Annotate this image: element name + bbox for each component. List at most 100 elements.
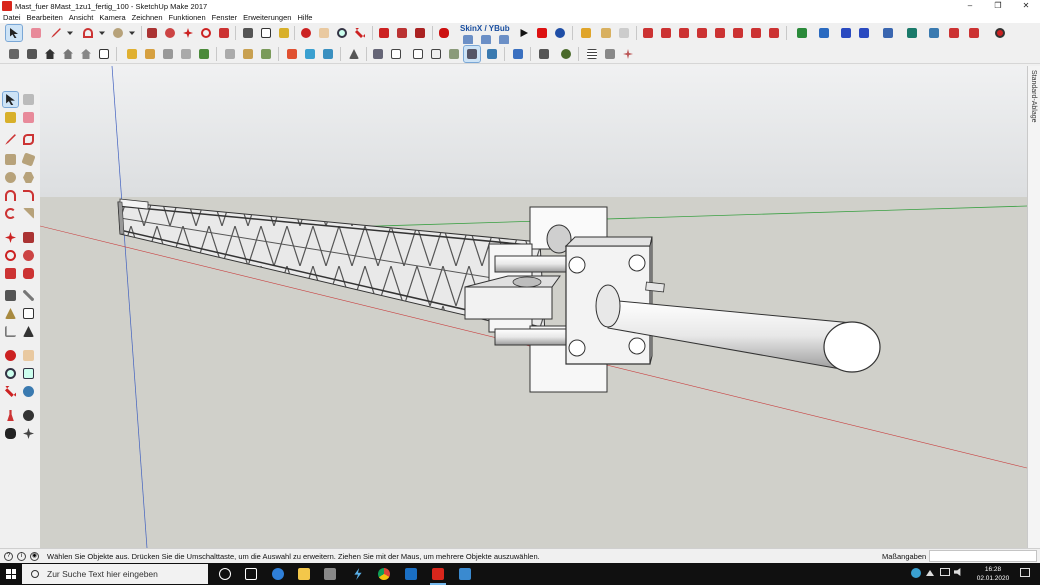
- geo-location-icon[interactable]: ?: [4, 551, 13, 561]
- f6-button[interactable]: [510, 46, 526, 62]
- sandbox-tool-2[interactable]: [658, 25, 674, 41]
- palette-3dtext-button[interactable]: [21, 324, 36, 339]
- monochrome-button[interactable]: [484, 46, 500, 62]
- palette-dimension-button[interactable]: [21, 288, 36, 303]
- palette-pie-button[interactable]: [21, 206, 36, 221]
- zoom-extents-button[interactable]: [352, 25, 368, 41]
- menu-bearbeiten[interactable]: Bearbeiten: [27, 13, 63, 22]
- hidden-line-button[interactable]: [428, 46, 444, 62]
- tape-measure-button[interactable]: [240, 25, 256, 41]
- box-button[interactable]: [96, 46, 112, 62]
- view-iso-button[interactable]: [578, 25, 594, 41]
- taskbar-clock[interactable]: 16:28 02.01.2020: [968, 565, 1018, 583]
- pencil-dropdown[interactable]: [62, 25, 78, 41]
- section-tool-3[interactable]: [320, 46, 336, 62]
- palette-zoom-window-button[interactable]: [21, 366, 36, 381]
- geo-location-button[interactable]: [376, 25, 392, 41]
- sandbox-tool-3[interactable]: [676, 25, 692, 41]
- xray-button[interactable]: [370, 46, 386, 62]
- palette-look-around-button[interactable]: [21, 408, 36, 423]
- store-button[interactable]: [322, 566, 338, 582]
- help-button[interactable]: [552, 25, 568, 41]
- solid-tool-4[interactable]: [856, 25, 872, 41]
- chevron-up-icon[interactable]: [926, 568, 936, 578]
- palette-arc3-button[interactable]: [3, 206, 18, 221]
- solid-tool-7[interactable]: [926, 25, 942, 41]
- solid-tool-8[interactable]: [946, 25, 962, 41]
- palette-eraser-button[interactable]: [21, 110, 36, 125]
- palette-orbit-button[interactable]: [3, 348, 18, 363]
- palette-axes-button[interactable]: [3, 324, 18, 339]
- shadow-button[interactable]: [558, 46, 574, 62]
- shaded-textures-button[interactable]: [463, 45, 481, 63]
- zoom-button[interactable]: [334, 25, 350, 41]
- palette-component-button[interactable]: [21, 92, 36, 107]
- follow-me-button[interactable]: [162, 25, 178, 41]
- components-button[interactable]: [6, 46, 22, 62]
- solid-tool-5[interactable]: [880, 25, 896, 41]
- notification-icon[interactable]: [1020, 568, 1030, 578]
- shaded-button[interactable]: [446, 46, 462, 62]
- palette-offset-button[interactable]: [21, 266, 36, 281]
- chrome-button[interactable]: [376, 566, 392, 582]
- credits-icon[interactable]: i: [17, 551, 26, 561]
- palette-scale-button[interactable]: [3, 266, 18, 281]
- solid-tool-6[interactable]: [904, 25, 920, 41]
- maximize-button[interactable]: ❐: [984, 0, 1012, 12]
- palette-rectangle-button[interactable]: [3, 152, 18, 167]
- volume-icon[interactable]: [954, 568, 964, 578]
- layer-tool-2[interactable]: [142, 46, 158, 62]
- start-button[interactable]: [0, 563, 22, 585]
- home-button[interactable]: [42, 46, 58, 62]
- play-button[interactable]: [516, 25, 532, 41]
- palette-zoom-button[interactable]: [3, 366, 18, 381]
- layer-tool-4[interactable]: [178, 46, 194, 62]
- taskview-button[interactable]: [243, 566, 259, 582]
- select-tool-button[interactable]: [5, 24, 23, 42]
- palette-select-button[interactable]: [2, 91, 19, 108]
- star-button[interactable]: [620, 46, 636, 62]
- scale-tool-button[interactable]: [216, 25, 232, 41]
- menu-erweiterungen[interactable]: Erweiterungen: [243, 13, 291, 22]
- palette-paint-button[interactable]: [3, 110, 18, 125]
- measurements-input[interactable]: [929, 550, 1037, 562]
- outlook-button[interactable]: [403, 566, 419, 582]
- sandbox-tool-8[interactable]: [766, 25, 782, 41]
- house-2-button[interactable]: [78, 46, 94, 62]
- palette-protractor-button[interactable]: [3, 306, 18, 321]
- solid-tool-9[interactable]: [966, 25, 982, 41]
- edge-button[interactable]: [270, 566, 286, 582]
- palette-section-move-button[interactable]: [21, 426, 36, 441]
- user-icon[interactable]: ◉: [30, 551, 39, 561]
- record-button[interactable]: [992, 25, 1008, 41]
- fog-button[interactable]: [536, 46, 552, 62]
- rotate-tool-button[interactable]: [198, 25, 214, 41]
- taskbar-search[interactable]: Zur Suche Text hier eingeben: [22, 564, 208, 584]
- task-view-button[interactable]: [217, 566, 233, 582]
- style-tool-1[interactable]: [222, 46, 238, 62]
- sandbox-tool-5[interactable]: [712, 25, 728, 41]
- sandbox-tool-1[interactable]: [640, 25, 656, 41]
- close-button[interactable]: ✕: [1012, 0, 1040, 12]
- eraser-tool-button[interactable]: [28, 25, 44, 41]
- menu-kamera[interactable]: Kamera: [99, 13, 125, 22]
- explorer-button[interactable]: [296, 566, 312, 582]
- app-button-2[interactable]: [457, 566, 473, 582]
- help-tray-icon[interactable]: [911, 568, 921, 578]
- perspective-button[interactable]: [346, 46, 362, 62]
- palette-circle-button[interactable]: [3, 170, 18, 185]
- house-button[interactable]: [60, 46, 76, 62]
- default-tray[interactable]: Standard-Ablage: [1027, 66, 1040, 548]
- layer-tool-1[interactable]: [124, 46, 140, 62]
- move-tool-button[interactable]: [180, 25, 196, 41]
- style-tool-3[interactable]: [258, 46, 274, 62]
- menu-funktionen[interactable]: Funktionen: [169, 13, 206, 22]
- palette-pan-button[interactable]: [21, 348, 36, 363]
- palette-pushpull-button[interactable]: [21, 230, 36, 245]
- lattice-button[interactable]: [602, 46, 618, 62]
- palette-freehand-button[interactable]: [21, 132, 36, 147]
- palette-walk-button[interactable]: [3, 426, 18, 441]
- section-tool-1[interactable]: [284, 46, 300, 62]
- sandbox-tool-7[interactable]: [748, 25, 764, 41]
- push-pull-button[interactable]: [144, 25, 160, 41]
